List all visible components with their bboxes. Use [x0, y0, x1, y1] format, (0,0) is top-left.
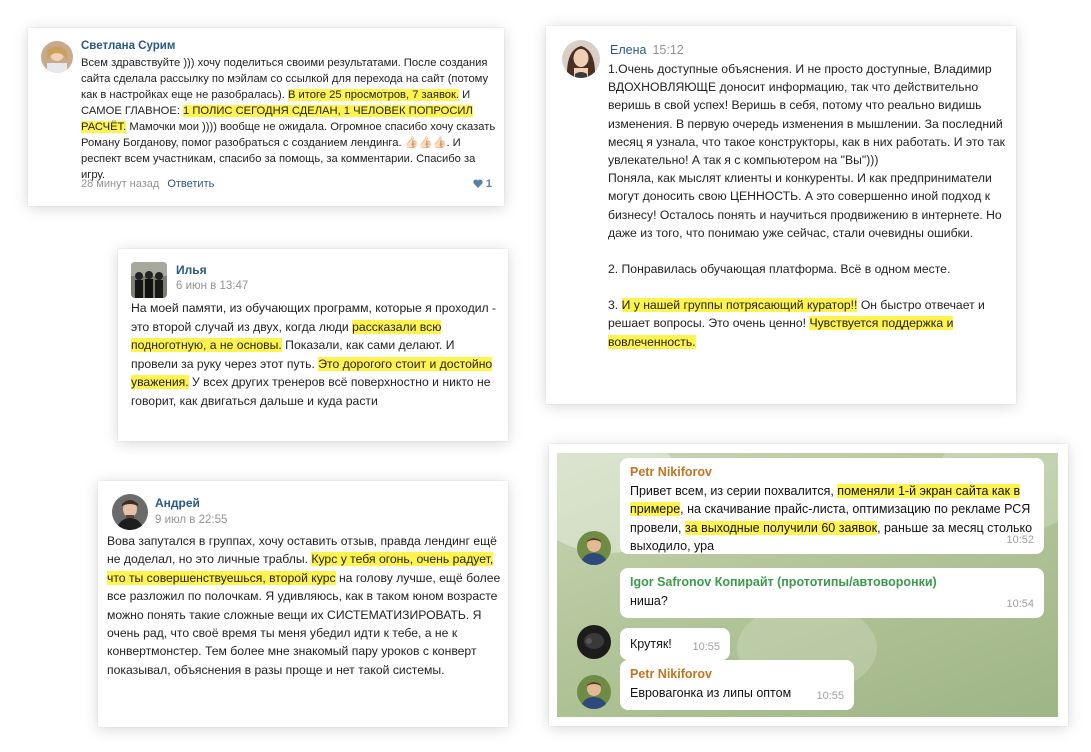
thumbs-up-icon: 👍🏻👍🏻👍🏻 [404, 137, 447, 149]
author-name[interactable]: Андрей [155, 496, 200, 510]
paragraph-3: 3. И у нашей группы потрясающий куратор!… [608, 298, 985, 349]
comment-date: 6 июн в 13:47 [176, 280, 249, 292]
message-time: 10:54 [1006, 598, 1034, 611]
avatar[interactable] [41, 41, 73, 73]
message-text: Евровагонка из липы оптом [630, 685, 792, 700]
comment-text: 1.Очень доступные объяснения. И не прост… [608, 60, 1008, 351]
author-name[interactable]: Илья [176, 263, 207, 277]
message-time: 10:52 [1006, 534, 1034, 547]
highlight: И у нашей группы потрясающий куратор!! [621, 298, 858, 313]
avatar[interactable] [112, 494, 148, 530]
review-card-svetlana: Светлана Сурим Всем здравствуйте ))) хоч… [28, 28, 504, 206]
author-name[interactable]: Светлана Сурим [81, 40, 175, 52]
message-bubble[interactable]: Крутяк! 10:55 [620, 628, 730, 660]
sender-name[interactable]: Igor Safronov Копирайт (прототипы/автово… [630, 573, 1034, 592]
message-bubble[interactable]: Petr Nikiforov Привет всем, из серии пох… [620, 458, 1044, 554]
message-text: ниша? [630, 593, 668, 608]
avatar[interactable] [577, 531, 611, 565]
comment-time: 28 минут назад [81, 178, 160, 190]
like-button[interactable]: 1 [473, 178, 492, 190]
comment-text: Вова запутался в группах, хочу оставить … [107, 534, 501, 677]
message-bubble[interactable]: Petr Nikiforov Евровагонка из липы оптом… [620, 660, 854, 710]
review-card-andrey: Андрей 9 июл в 22:55 Вова запутался в гр… [98, 481, 508, 727]
avatar[interactable] [562, 40, 600, 78]
message-time: 10:55 [816, 690, 844, 703]
comment-date: 9 июл в 22:55 [155, 514, 228, 526]
heart-icon [473, 179, 483, 188]
telegram-chat-card: Petr Nikiforov Привет всем, из серии пох… [549, 444, 1068, 726]
highlight: В итоге 25 просмотров, 7 заявок. [287, 89, 459, 101]
paragraph-2: 2. Понравилась обучающая платформа. Всё … [608, 262, 951, 277]
highlight: за выходные получили 60 заявок [684, 520, 878, 535]
sender-name[interactable]: Petr Nikiforov [630, 463, 1034, 482]
comment-text: На моей памяти, из обучающих программ, к… [131, 301, 497, 408]
review-card-ilya: Илья 6 июн в 13:47 На моей памяти, из об… [118, 249, 508, 441]
chat-background: Petr Nikiforov Привет всем, из серии пох… [557, 453, 1058, 717]
sender-name[interactable]: Petr Nikiforov [630, 665, 844, 684]
avatar[interactable] [577, 625, 611, 659]
message-text: Привет всем, из серии похвалится, поменя… [630, 483, 1033, 554]
message-text: Крутяк! [630, 637, 672, 651]
author-name[interactable]: Елена 15:12 [610, 43, 684, 57]
message-time: 10:55 [692, 641, 720, 654]
paragraph-1b: Поняла, как мыслят клиенты и конкуренты.… [608, 171, 1002, 240]
paragraph-1: 1.Очень доступные объяснения. И не прост… [608, 62, 1005, 168]
message-bubble[interactable]: Igor Safronov Копирайт (прототипы/автово… [620, 568, 1044, 618]
comment-footer: 28 минут назад Ответить [81, 178, 214, 190]
avatar[interactable] [131, 262, 167, 298]
avatar[interactable] [577, 675, 611, 709]
reply-link[interactable]: Ответить [167, 178, 214, 190]
comment-time: 15:12 [652, 43, 684, 57]
comment-text: Всем здравствуйте ))) хочу поделиться св… [81, 57, 496, 181]
like-count: 1 [485, 178, 492, 190]
review-card-elena: Елена 15:12 1.Очень доступные объяснения.… [546, 26, 1016, 404]
